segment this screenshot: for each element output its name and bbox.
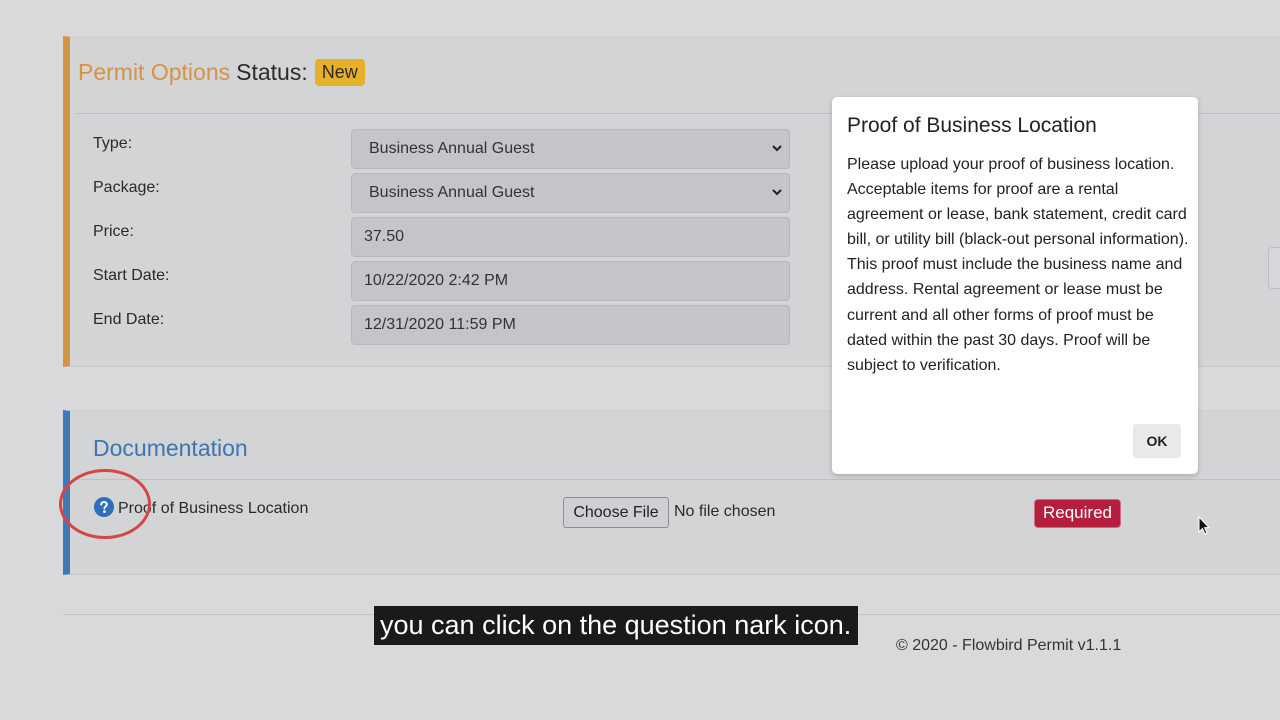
permit-options-header: Permit Options Status: New [78,59,365,86]
modal-title: Proof of Business Location [847,114,1097,137]
permit-options-title: Permit Options [78,59,231,85]
status-label: Status: [236,59,308,85]
package-label: Package: [93,179,160,196]
price-label: Price: [93,223,134,240]
status-badge: New [314,59,365,86]
ok-button[interactable]: OK [1133,424,1181,458]
choose-file-button[interactable]: Choose File [563,497,669,528]
type-select[interactable]: Business Annual Guest [351,129,790,169]
price-row: Price: 37.50 [93,217,790,263]
modal-body: Please upload your proof of business loc… [847,156,1189,374]
end-date-row: End Date: 12/31/2020 11:59 PM [93,305,790,351]
no-file-chosen-text: No file chosen [674,503,776,520]
end-date-field: 12/31/2020 11:59 PM [351,305,790,345]
type-row: Type: Business Annual Guest [93,129,790,175]
footer-copyright: © 2020 - Flowbird Permit v1.1.1 [896,637,1122,654]
package-select-value: Business Annual Guest [369,184,535,201]
end-date-label: End Date: [93,311,165,328]
package-select[interactable]: Business Annual Guest [351,173,790,213]
mouse-cursor-icon [1198,516,1210,535]
video-subtitle: you can click on the question nark icon. [374,606,859,645]
type-select-value: Business Annual Guest [369,140,535,157]
package-row: Package: Business Annual Guest [93,173,790,219]
side-panel-edge [1268,247,1280,289]
proof-info-modal: Proof of Business Location Please upload… [832,97,1198,474]
documentation-title: Documentation [93,435,248,461]
price-field: 37.50 [351,217,790,257]
chevron-down-icon [772,145,782,152]
chevron-down-icon [772,189,782,196]
highlight-circle-annotation [59,469,151,539]
type-label: Type: [93,135,133,152]
start-date-field: 10/22/2020 2:42 PM [351,261,790,301]
start-date-row: Start Date: 10/22/2020 2:42 PM [93,261,790,307]
start-date-label: Start Date: [93,267,170,284]
page: Permit Options Status: New Type: Busines… [0,0,1280,720]
required-badge: Required [1034,499,1121,528]
documentation-divider [76,479,1280,480]
